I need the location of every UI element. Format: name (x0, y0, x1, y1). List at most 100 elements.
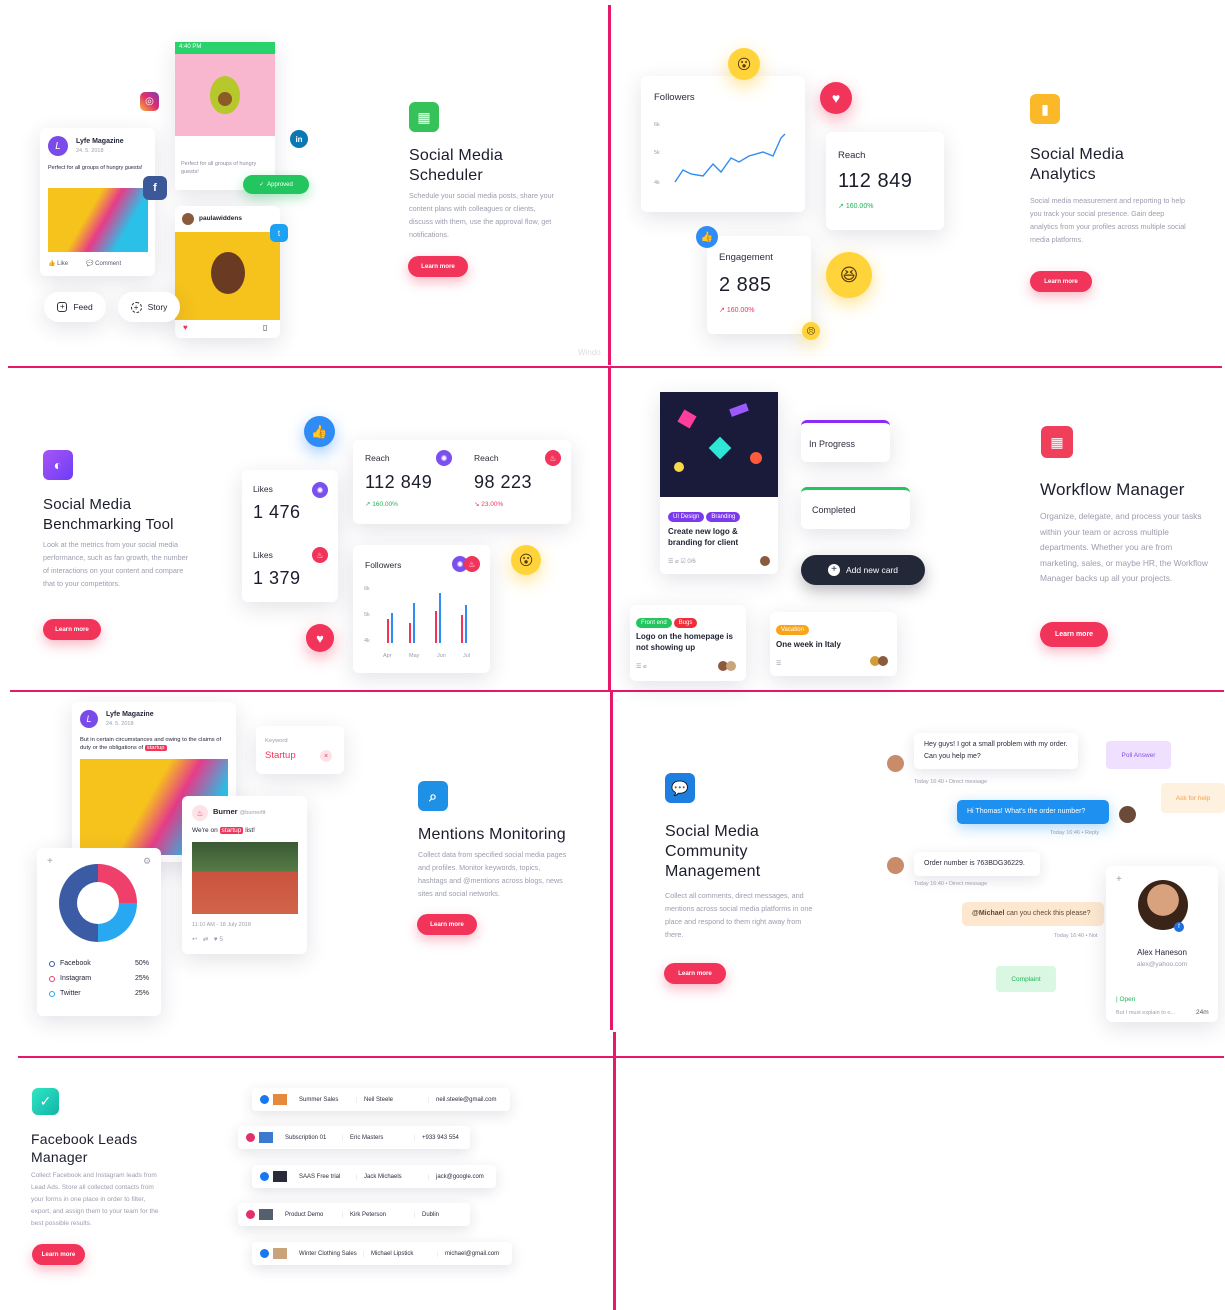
divider-vertical (610, 692, 613, 1030)
toggle-icon: ◐ (43, 450, 73, 480)
y-tick: 5k (364, 612, 370, 618)
keyword-filter[interactable]: Keyword Startup × (256, 726, 344, 774)
message-outgoing: Hi Thomas! What's the order number? (957, 800, 1109, 824)
grid-icon: ▦ (1041, 426, 1073, 458)
feed-button[interactable]: + Feed (44, 292, 106, 322)
task-card[interactable]: UI Design Branding Create new logo & bran… (660, 392, 778, 574)
plus-icon[interactable]: + (47, 856, 53, 867)
learn-more-button[interactable]: Learn more (1030, 271, 1092, 292)
comment-button[interactable]: 💬 Comment (86, 260, 121, 267)
tag-poll-answer[interactable]: Poll Answer (1106, 741, 1171, 769)
status-open: | Open (1116, 996, 1136, 1003)
gear-icon[interactable]: ⚙ (143, 856, 151, 867)
lead-row[interactable]: Winter Clothing Sales Michael Lipstick m… (252, 1242, 512, 1265)
likes-value: 1 379 (253, 568, 301, 588)
legend-item: Facebook 50% (49, 960, 149, 967)
engagement-card: Engagement 2 885 ↗ 160.00% (707, 236, 811, 334)
reach-value: 112 849 (838, 170, 913, 192)
avatar (887, 755, 904, 772)
post-image (48, 188, 148, 252)
followers-label: Followers (365, 560, 402, 570)
status-text: But I must explain to o... (1116, 1010, 1176, 1016)
bar (391, 613, 393, 643)
learn-more-button[interactable]: Learn more (1040, 622, 1108, 647)
burner-time: 11:10 AM - 18 July 2018 (192, 922, 251, 928)
x-tick: Apr (383, 653, 392, 659)
learn-more-button[interactable]: Learn more (664, 963, 726, 984)
lead-contact: Dublin (422, 1211, 440, 1218)
lead-row[interactable]: Subscription 01 Eric Masters +933 943 55… (238, 1126, 470, 1149)
lead-row[interactable]: Product Demo Kirk Peterson Dublin (238, 1203, 470, 1226)
tag-ask-for-help[interactable]: Ask for help (1161, 783, 1225, 813)
mentions-title: Mentions Monitoring (418, 826, 566, 843)
status-time: 24m (1196, 1009, 1209, 1016)
tag-ui-design: UI Design (668, 512, 705, 522)
add-new-card-button[interactable]: + Add new card (801, 555, 925, 585)
linkedin-icon[interactable]: in (290, 130, 308, 148)
decor-shape (677, 409, 697, 429)
column-completed[interactable]: Completed (801, 487, 910, 529)
workflow-desc: Organize, delegate, and process your tas… (1040, 511, 1208, 584)
likes-label: Likes (253, 484, 273, 494)
learn-more-button[interactable]: Learn more (417, 914, 477, 935)
bar (387, 619, 389, 643)
analytics-desc: Social media measurement and reporting t… (1030, 196, 1186, 244)
learn-more-button[interactable]: Learn more (43, 619, 101, 640)
followers-label: Followers (654, 92, 695, 103)
task-tags: Front end Bugs (636, 611, 699, 629)
approved-badge[interactable]: ✓ Approved (243, 175, 309, 194)
avatar: L (48, 136, 68, 156)
column-title: In Progress (809, 439, 856, 449)
divider-horizontal (18, 1056, 1224, 1058)
decor-shape (674, 462, 684, 472)
campaign: Winter Clothing Sales (292, 1250, 364, 1257)
message-meta: Today 16:40 • Not (1054, 933, 1098, 939)
bookmark-icon[interactable]: ▯ (263, 323, 267, 332)
lead-row[interactable]: Summer Sales Neil Steele neil.steele@gma… (252, 1088, 510, 1111)
divider-horizontal (10, 690, 1224, 692)
bar-plot (381, 587, 481, 643)
post-actions[interactable]: ↩ ⇄ ♥ 5 (192, 935, 223, 943)
divider-vertical (608, 368, 611, 690)
lead-contact: +933 943 554 (422, 1134, 459, 1141)
close-icon[interactable]: × (320, 750, 332, 762)
leads-title: Facebook Leads Manager (31, 1131, 138, 1165)
learn-more-button[interactable]: Learn more (32, 1244, 85, 1265)
instagram-post-card: paulawiddens ♥ ▯ (175, 206, 280, 338)
facebook-icon[interactable]: f (143, 176, 167, 200)
facebook-icon (260, 1095, 269, 1104)
heart-icon[interactable]: ♥ (183, 323, 188, 332)
legend-marker (49, 976, 55, 982)
lead-contact: michael@gmail.com (445, 1250, 500, 1257)
campaign: Subscription 01 (278, 1134, 343, 1141)
engagement-label: Engagement (719, 252, 773, 263)
y-tick: 4k (654, 180, 660, 186)
learn-more-button[interactable]: Learn more (408, 256, 468, 277)
message-meta: Today 16:46 • Reply (1050, 830, 1100, 836)
column-in-progress[interactable]: In Progress (801, 420, 890, 462)
lead-name: Michael Lipstick (364, 1250, 438, 1257)
burner-post-card: ♨ Burner @burnerfit We're on startup lis… (182, 796, 307, 954)
twitter-icon[interactable]: t (270, 224, 288, 242)
like-button[interactable]: 👍 Like (48, 260, 68, 267)
donut-chart-card: + ⚙ Facebook 50% Instagram 25% Twitter 25% (37, 848, 161, 1016)
mention-tag: startup (144, 745, 167, 751)
reach-label: Reach (838, 150, 866, 161)
angry-emoji-icon: 😣 (802, 322, 820, 340)
instagram-icon[interactable]: ◎ (140, 92, 159, 111)
burner-text: We're on startup list! (192, 827, 255, 834)
followers-bar-card: Followers ✺ ♨ 6k 5k 4k Apr May Jun Jul (353, 545, 490, 673)
story-button[interactable]: + Story (118, 292, 180, 322)
tag-front-end: Front end (636, 618, 672, 628)
avatar (760, 556, 770, 566)
tag-complaint[interactable]: Complaint (996, 966, 1056, 992)
column-title: Completed (812, 505, 856, 515)
task-card[interactable]: Vacation One week in Italy ☰ (770, 612, 897, 676)
task-card[interactable]: Front end Bugs Logo on the homepage is no… (630, 605, 746, 681)
bar (439, 593, 441, 643)
post-text: But in certain circumstances and owing t… (80, 737, 222, 751)
avocado-seed (218, 92, 232, 106)
lead-row[interactable]: SAAS Free trial Jack Michaels jack@googl… (252, 1165, 496, 1188)
decor-shape (708, 436, 732, 460)
plus-icon[interactable]: + (1116, 874, 1122, 885)
